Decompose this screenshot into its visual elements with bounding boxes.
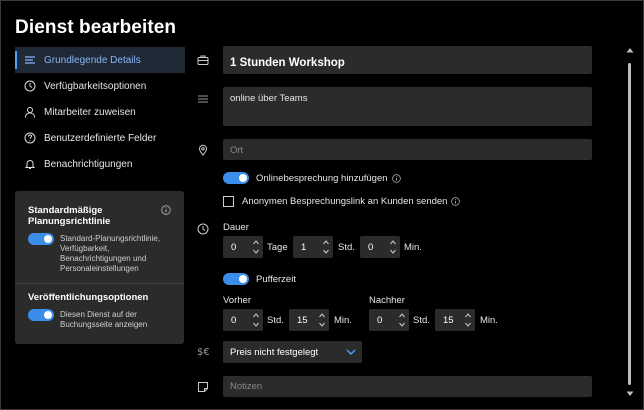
- info-icon[interactable]: [161, 205, 171, 215]
- buffer-after-hours-value: 0: [377, 315, 383, 326]
- service-name-input[interactable]: 1 Stunden Workshop: [223, 46, 592, 74]
- location-pin-icon: [198, 144, 208, 156]
- publish-toggle[interactable]: [28, 309, 54, 321]
- online-meeting-row: Onlinebesprechung hinzufügen: [223, 172, 401, 184]
- scroll-up-icon[interactable]: [626, 47, 634, 53]
- question-icon: [24, 132, 36, 144]
- nav-item-assign-staff[interactable]: Mitarbeiter zuweisen: [15, 99, 185, 125]
- buffer-label: Pufferzeit: [256, 273, 296, 285]
- briefcase-icon: [197, 55, 209, 65]
- page-title: Dienst bearbeiten: [15, 17, 177, 38]
- nav-item-availability[interactable]: Verfügbarkeitsoptionen: [15, 73, 185, 99]
- publish-description: Diesen Dienst auf der Buchungsseite anze…: [60, 310, 148, 329]
- buffer-after-minutes-value: 15: [443, 315, 454, 326]
- clock-icon: [24, 80, 36, 92]
- duration-hours-unit: Std.: [338, 242, 355, 253]
- buffer-before-minutes-value: 15: [297, 315, 308, 326]
- stepper-arrows-icon[interactable]: [252, 238, 260, 256]
- notes-placeholder: Notizen: [230, 381, 263, 392]
- duration-label: Dauer: [223, 222, 249, 233]
- anon-link-row: Anonymen Besprechungslink an Kunden send…: [223, 196, 461, 207]
- svg-text:$€: $€: [197, 347, 210, 357]
- dialog-frame: Dienst bearbeiten Grundlegende Details V…: [0, 0, 644, 410]
- nav-item-label: Mitarbeiter zuweisen: [44, 106, 136, 118]
- nav-item-label: Benachrichtigungen: [44, 158, 133, 170]
- sidebar-nav: Grundlegende Details Verfügbarkeitsoptio…: [15, 47, 185, 177]
- buffer-before-minutes-unit: Min.: [334, 315, 352, 326]
- location-input[interactable]: Ort: [223, 139, 592, 160]
- duration-days-value: 0: [231, 242, 237, 253]
- policy-section: Standardmäßige Planungsrichtlinie Standa…: [15, 205, 184, 274]
- nav-item-label: Verfügbarkeitsoptionen: [44, 80, 147, 92]
- duration-minutes-value: 0: [368, 242, 374, 253]
- publish-heading: Veröffentlichungsoptionen: [28, 292, 149, 303]
- info-icon[interactable]: [391, 173, 401, 183]
- online-meeting-label: Onlinebesprechung hinzufügen: [256, 172, 388, 184]
- list-icon: [25, 56, 35, 64]
- buffer-toggle[interactable]: [223, 273, 249, 285]
- stepper-arrows-icon[interactable]: [252, 311, 260, 329]
- buffer-row: Pufferzeit: [223, 273, 296, 285]
- person-icon: [25, 107, 35, 118]
- buffer-after-hours-unit: Std.: [413, 315, 430, 326]
- duration-days-stepper[interactable]: 0: [223, 236, 263, 258]
- anon-link-label: Anonymen Besprechungslink an Kunden send…: [242, 196, 448, 207]
- duration-minutes-unit: Min.: [404, 242, 422, 253]
- buffer-before-label: Vorher: [223, 295, 251, 306]
- bell-icon: [24, 160, 36, 169]
- publish-section: Veröffentlichungsoptionen Diesen Dienst …: [15, 283, 184, 330]
- buffer-after-minutes-stepper[interactable]: 15: [435, 309, 475, 331]
- clock-icon: [197, 223, 209, 235]
- buffer-before-hours-stepper[interactable]: 0: [223, 309, 263, 331]
- stepper-arrows-icon[interactable]: [318, 311, 326, 329]
- stepper-arrows-icon[interactable]: [322, 238, 330, 256]
- notes-input[interactable]: Notizen: [223, 376, 592, 397]
- stepper-arrows-icon[interactable]: [464, 311, 472, 329]
- policy-heading: Standardmäßige Planungsrichtlinie: [28, 205, 111, 227]
- policy-toggle[interactable]: [28, 233, 54, 245]
- buffer-before-hours-value: 0: [231, 315, 237, 326]
- info-icon[interactable]: [451, 197, 461, 206]
- text-lines-icon: [198, 95, 208, 103]
- nav-item-custom-fields[interactable]: Benutzerdefinierte Felder: [15, 125, 185, 151]
- policy-description: Standard-Planungsrichtlinie, Verfügbarke…: [60, 234, 161, 273]
- scrollbar-thumb[interactable]: [628, 63, 631, 385]
- description-input[interactable]: online über Teams: [223, 87, 592, 126]
- stepper-arrows-icon[interactable]: [389, 238, 397, 256]
- chevron-down-icon: [346, 349, 356, 355]
- buffer-after-label: Nachher: [369, 295, 405, 306]
- price-dropdown[interactable]: Preis nicht festgelegt: [223, 341, 362, 363]
- nav-item-label: Benutzerdefinierte Felder: [44, 132, 157, 144]
- nav-item-basic-details[interactable]: Grundlegende Details: [15, 47, 185, 73]
- buffer-before-minutes-stepper[interactable]: 15: [289, 309, 329, 331]
- buffer-after-hours-stepper[interactable]: 0: [369, 309, 409, 331]
- duration-minutes-stepper[interactable]: 0: [360, 236, 400, 258]
- note-icon: [198, 382, 208, 392]
- buffer-after-minutes-unit: Min.: [480, 315, 498, 326]
- location-placeholder: Ort: [230, 145, 244, 156]
- duration-hours-value: 1: [301, 242, 307, 253]
- buffer-before-hours-unit: Std.: [267, 315, 284, 326]
- nav-item-label: Grundlegende Details: [44, 54, 141, 66]
- scrollbar[interactable]: [625, 41, 635, 399]
- stepper-arrows-icon[interactable]: [398, 311, 406, 329]
- duration-days-unit: Tage: [267, 242, 288, 253]
- currency-icon: $€: [197, 347, 210, 357]
- nav-item-notifications[interactable]: Benachrichtigungen: [15, 151, 185, 177]
- price-value: Preis nicht festgelegt: [230, 347, 319, 358]
- settings-panel: Standardmäßige Planungsrichtlinie Standa…: [15, 191, 184, 344]
- duration-hours-stepper[interactable]: 1: [293, 236, 333, 258]
- scroll-down-icon[interactable]: [626, 391, 634, 397]
- service-name-value: 1 Stunden Workshop: [230, 57, 345, 69]
- description-value: online über Teams: [230, 93, 308, 104]
- anon-link-checkbox[interactable]: [223, 196, 234, 207]
- online-meeting-toggle[interactable]: [223, 172, 249, 184]
